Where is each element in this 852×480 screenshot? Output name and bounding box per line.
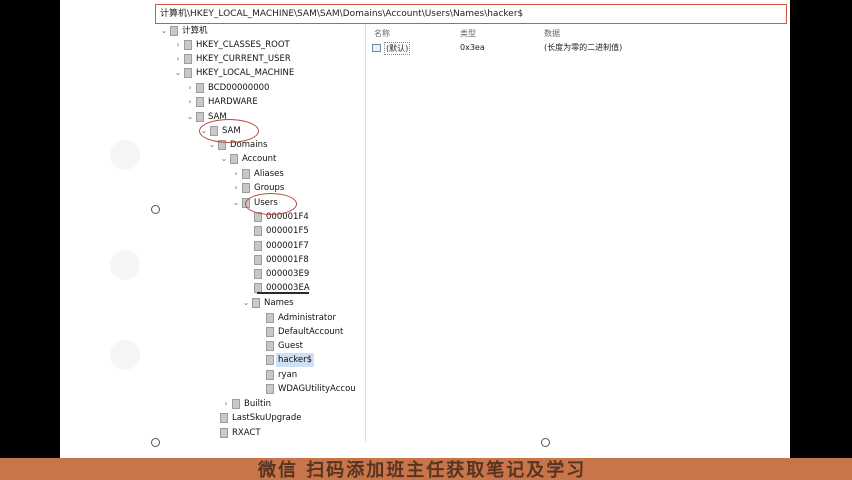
address-path: 计算机\HKEY_LOCAL_MACHINE\SAM\SAM\Domains\A… bbox=[160, 9, 524, 19]
watermark-icon bbox=[110, 140, 140, 170]
folder-icon bbox=[254, 269, 262, 279]
folder-icon bbox=[220, 413, 228, 423]
watermark-icon bbox=[110, 250, 140, 280]
annotation-circle bbox=[199, 119, 259, 143]
values-list-header: 名称 类型 数据 bbox=[372, 28, 784, 40]
chevron-down-icon[interactable]: ⌄ bbox=[241, 296, 251, 310]
resize-handle[interactable] bbox=[151, 205, 160, 214]
resize-handle[interactable] bbox=[541, 438, 550, 447]
address-bar[interactable]: 计算机\HKEY_LOCAL_MACHINE\SAM\SAM\Domains\A… bbox=[155, 4, 787, 24]
computer-icon bbox=[170, 26, 178, 36]
watermark-icon bbox=[110, 340, 140, 370]
chevron-right-icon[interactable]: › bbox=[185, 81, 195, 95]
folder-icon bbox=[220, 428, 228, 438]
folder-icon bbox=[266, 327, 274, 337]
folder-icon bbox=[184, 68, 192, 78]
folder-icon bbox=[242, 169, 250, 179]
folder-icon bbox=[266, 355, 274, 365]
value-row[interactable]: (默认) 0x3ea (长度为零的二进制值) bbox=[372, 41, 784, 55]
value-data: (长度为零的二进制值) bbox=[544, 43, 623, 52]
chevron-down-icon[interactable]: ⌄ bbox=[231, 196, 241, 210]
column-name[interactable]: 名称 bbox=[374, 28, 390, 39]
folder-icon bbox=[266, 370, 274, 380]
folder-icon bbox=[254, 226, 262, 236]
registry-tree[interactable]: ⌄ 计算机 › HKEY_CLASSES_ROOT › HKEY_CURRENT_US… bbox=[157, 24, 366, 442]
folder-icon bbox=[196, 83, 204, 93]
folder-icon bbox=[184, 40, 192, 50]
bottom-banner: 微信 扫码添加班主任获取笔记及学习 bbox=[0, 458, 852, 480]
folder-icon bbox=[242, 183, 250, 193]
column-type[interactable]: 类型 bbox=[460, 28, 476, 39]
banner-text: 微信 扫码添加班主任获取笔记及学习 bbox=[258, 460, 587, 480]
column-data[interactable]: 数据 bbox=[544, 28, 560, 39]
value-name: (默认) bbox=[384, 42, 411, 55]
value-type: 0x3ea bbox=[460, 43, 485, 52]
folder-icon bbox=[252, 298, 260, 308]
chevron-right-icon[interactable]: › bbox=[221, 397, 231, 411]
folder-icon bbox=[254, 255, 262, 265]
annotation-underline bbox=[257, 292, 309, 294]
chevron-right-icon[interactable]: › bbox=[173, 38, 183, 52]
folder-icon bbox=[184, 54, 192, 64]
chevron-down-icon[interactable]: ⌄ bbox=[159, 24, 169, 38]
folder-icon bbox=[196, 112, 204, 122]
chevron-right-icon[interactable]: › bbox=[185, 95, 195, 109]
folder-icon bbox=[196, 97, 204, 107]
folder-icon bbox=[266, 341, 274, 351]
binary-value-icon bbox=[372, 44, 381, 52]
folder-icon bbox=[266, 384, 274, 394]
chevron-right-icon[interactable]: › bbox=[231, 167, 241, 181]
folder-icon bbox=[266, 313, 274, 323]
annotation-circle bbox=[245, 193, 297, 215]
folder-icon bbox=[230, 154, 238, 164]
resize-handle[interactable] bbox=[151, 438, 160, 447]
chevron-down-icon[interactable]: ⌄ bbox=[185, 110, 195, 124]
folder-icon bbox=[254, 241, 262, 251]
chevron-right-icon[interactable]: › bbox=[173, 52, 183, 66]
chevron-down-icon[interactable]: ⌄ bbox=[219, 152, 229, 166]
folder-icon bbox=[232, 399, 240, 409]
chevron-down-icon[interactable]: ⌄ bbox=[173, 66, 183, 80]
chevron-right-icon[interactable]: › bbox=[231, 181, 241, 195]
